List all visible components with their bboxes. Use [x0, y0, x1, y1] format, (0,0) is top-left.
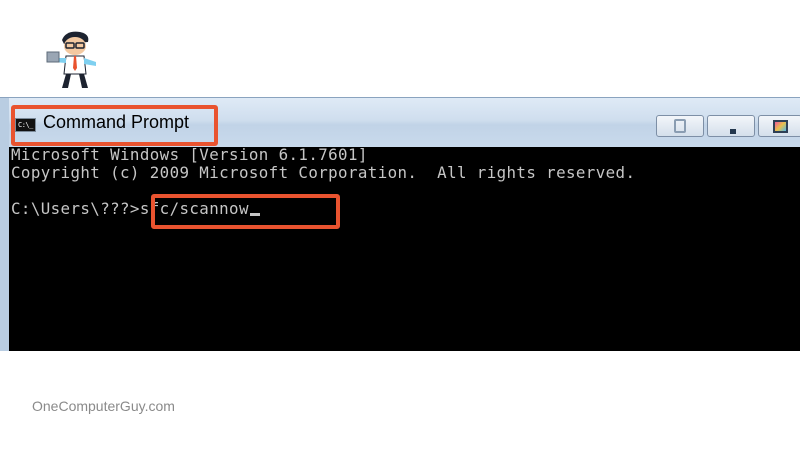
pin-button[interactable]	[656, 115, 704, 137]
title-bar[interactable]: C:\_ Command Prompt	[0, 98, 800, 147]
mascot-logo-icon	[46, 31, 96, 88]
pin-icon	[674, 119, 686, 133]
minimize-icon	[730, 129, 736, 134]
site-watermark: OneComputerGuy.com	[32, 398, 175, 414]
command-highlight-box	[151, 194, 340, 229]
maximize-icon	[773, 120, 788, 133]
console-output[interactable]: Microsoft Windows [Version 6.1.7601] Cop…	[0, 145, 800, 351]
title-highlight-box	[11, 105, 218, 146]
command-prompt-window: C:\_ Command Prompt Microsoft Windows [V…	[0, 97, 800, 351]
minimize-button[interactable]	[707, 115, 755, 137]
console-line: Microsoft Windows [Version 6.1.7601]	[11, 145, 368, 164]
maximize-button[interactable]	[758, 115, 800, 137]
console-line: Copyright (c) 2009 Microsoft Corporation…	[11, 163, 636, 182]
console-prompt: C:\Users\???>	[11, 199, 140, 218]
